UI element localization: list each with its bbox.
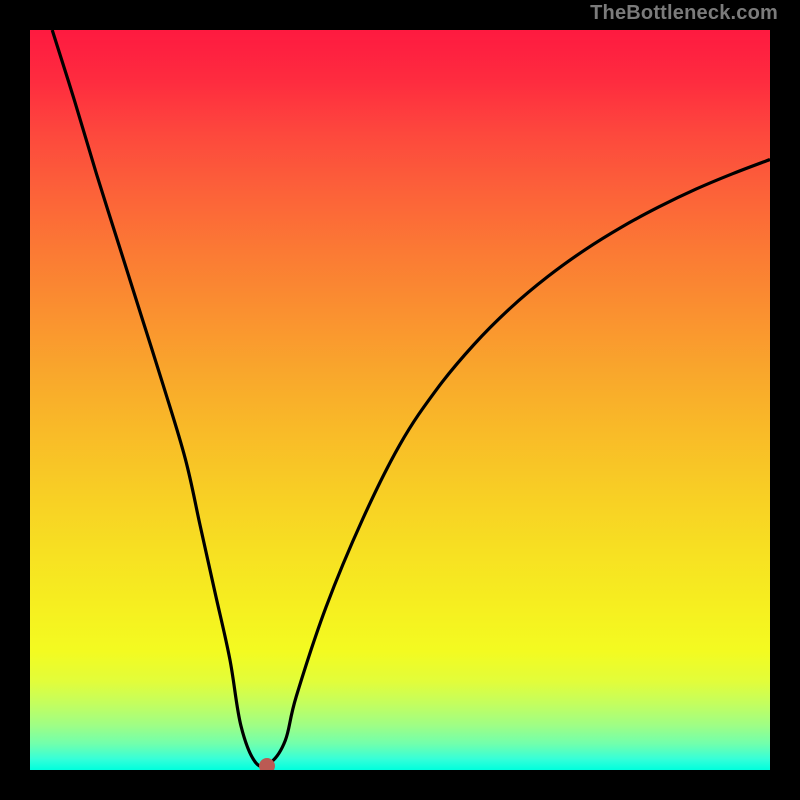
plot-area — [30, 30, 770, 770]
optimal-point-marker — [259, 758, 275, 770]
chart-frame: TheBottleneck.com — [0, 0, 800, 800]
bottleneck-curve — [30, 30, 770, 770]
watermark-text: TheBottleneck.com — [590, 2, 778, 25]
